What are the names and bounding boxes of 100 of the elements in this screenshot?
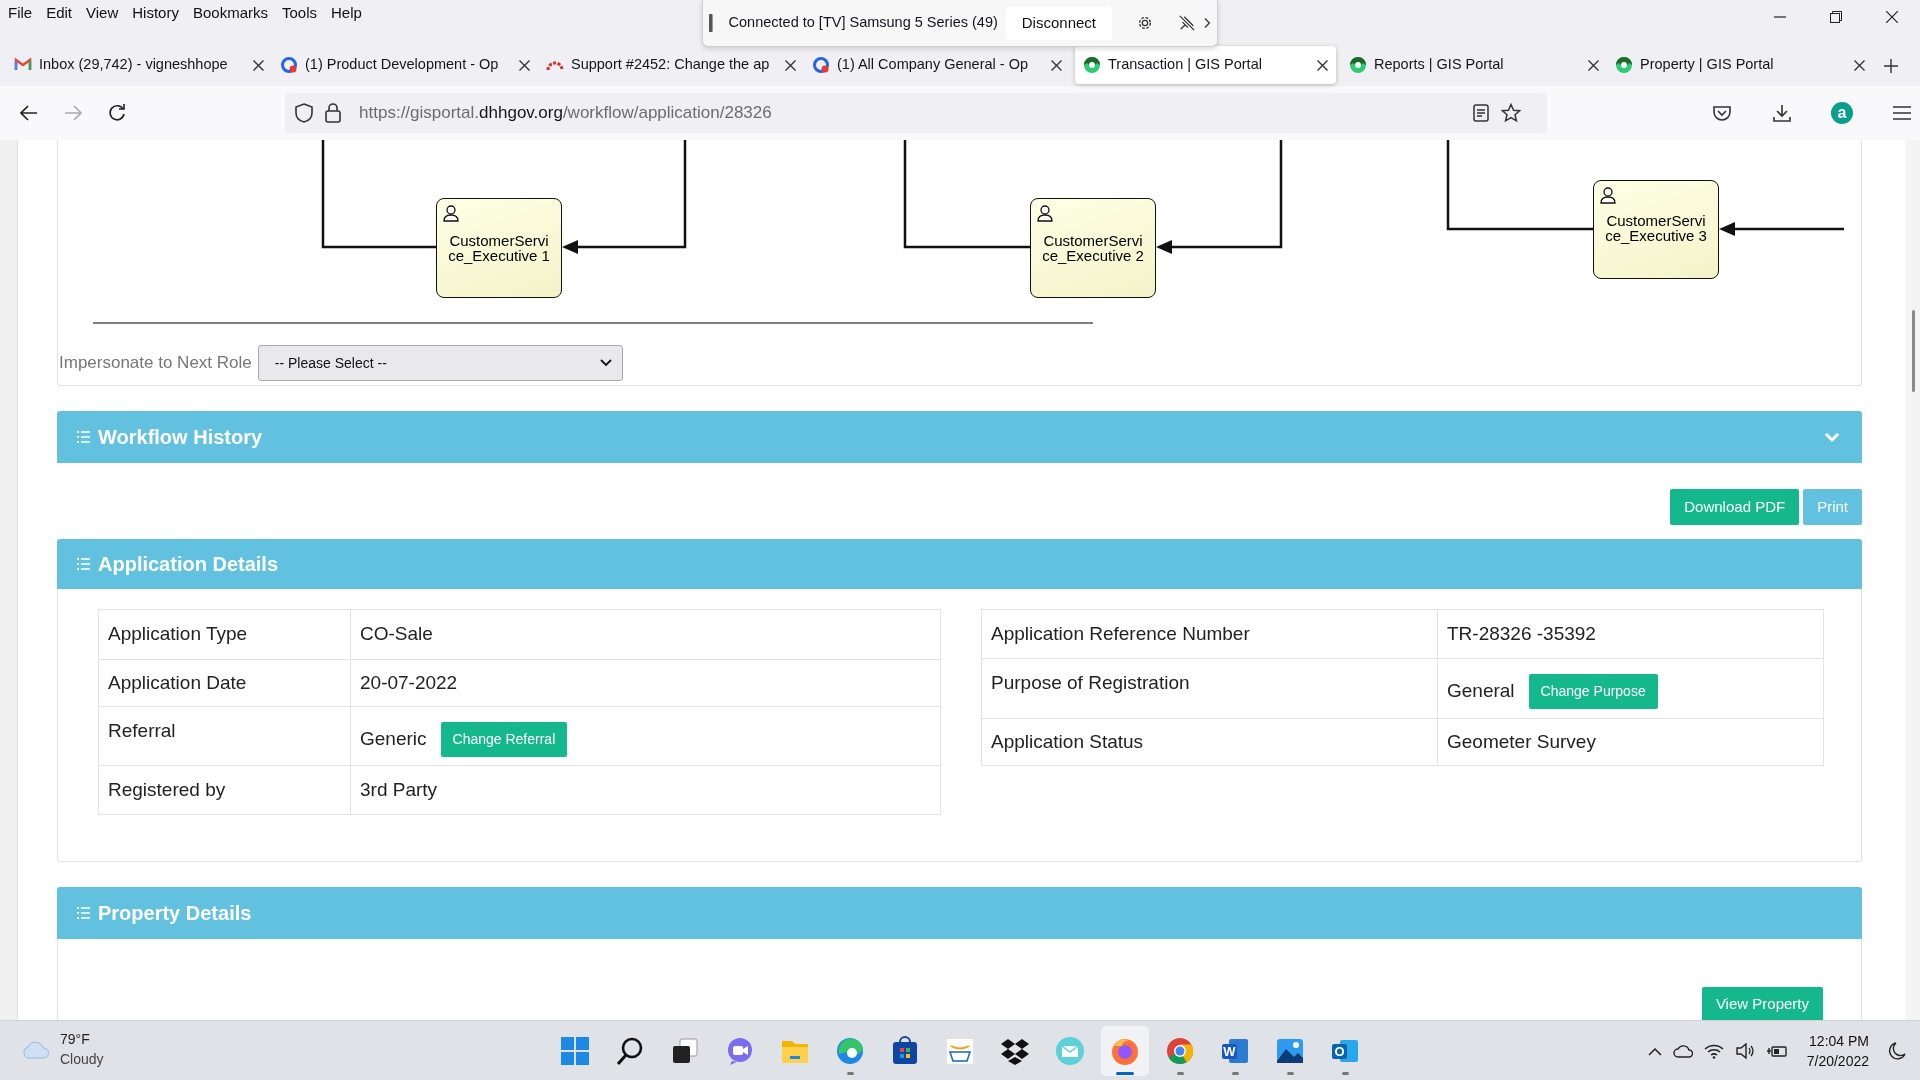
browser-wave-icon: [835, 1035, 865, 1066]
cloud-icon[interactable]: [1672, 1044, 1693, 1058]
section-title: Property Details: [98, 901, 253, 926]
menu-item[interactable]: Edit: [39, 3, 80, 23]
reload-icon: [107, 104, 126, 122]
unpin-icon[interactable]: [1177, 13, 1196, 33]
menu-item[interactable]: Tools: [275, 3, 324, 23]
cloud-icon: [20, 1039, 50, 1059]
menu-item[interactable]: Bookmarks: [185, 3, 275, 23]
close-icon[interactable]: [253, 59, 264, 71]
restore-icon: [1830, 11, 1842, 23]
role-select[interactable]: -- Please Select --: [257, 345, 623, 381]
download-icon: [1773, 104, 1791, 122]
table-cell: Application Reference Number: [981, 609, 1438, 659]
plus-icon: [1884, 58, 1898, 73]
close-icon[interactable]: [1051, 59, 1062, 71]
windows-icon: [560, 1035, 590, 1066]
lock-icon: [325, 103, 342, 123]
browser-tab[interactable]: Transaction | GIS Portal: [1075, 46, 1336, 84]
taskbar-app[interactable]: W: [1211, 1025, 1259, 1076]
star-icon[interactable]: [1501, 103, 1521, 123]
disconnect-button[interactable]: Disconnect: [1005, 6, 1112, 40]
close-icon: [1886, 11, 1898, 23]
workflow-node[interactable]: CustomerService_Executive 1: [436, 198, 562, 298]
pocket-icon: [1713, 105, 1731, 121]
drag-handle-icon[interactable]: [709, 13, 713, 33]
table-cell: Geometer Survey: [1437, 718, 1824, 766]
menu-item[interactable]: Help: [324, 3, 369, 23]
table-cell: Purpose of Registration: [981, 658, 1438, 719]
address-bar[interactable]: https://gisportal.dhhgov.org/workflow/application/28326: [285, 93, 1547, 133]
account-avatar: a: [1831, 102, 1853, 124]
close-icon[interactable]: [1588, 59, 1599, 71]
field-label: Impersonate to Next Role: [59, 352, 252, 375]
globe-icon: [1083, 56, 1101, 74]
reader-view-icon[interactable]: [1473, 104, 1489, 122]
chat-icon: [280, 56, 298, 74]
browser-tab[interactable]: (1) Product Development - Op: [272, 46, 538, 84]
wifi-icon[interactable]: [1703, 1043, 1724, 1059]
connection-status: Connected to [TV] Samsung 5 Series (49): [728, 13, 998, 33]
chevron-up-icon[interactable]: [1647, 1046, 1662, 1056]
close-icon[interactable]: [519, 59, 530, 71]
chevron-down-icon: [599, 359, 612, 367]
browser-tab[interactable]: Support #2452: Change the ap: [538, 46, 804, 84]
chrome-icon: [1165, 1035, 1195, 1066]
speaker-icon[interactable]: [1734, 1043, 1755, 1059]
globe-icon: [1349, 56, 1367, 74]
back-arrow-icon: [19, 105, 38, 121]
browser-tab[interactable]: Inbox (29,742) - vigneshhope: [6, 46, 272, 84]
menu-item[interactable]: File: [1, 3, 40, 23]
weather-condition: Cloudy: [60, 1050, 104, 1069]
temperature: 79°F: [60, 1030, 91, 1049]
table-cell-value: Generic: [360, 726, 427, 751]
taskbar-clock[interactable]: 12:04 PM 7/20/2022: [1806, 1031, 1869, 1071]
close-icon[interactable]: [1854, 59, 1865, 71]
browser-tab[interactable]: (1) All Company General - Op: [804, 46, 1070, 84]
list-icon: [77, 907, 90, 919]
chat-icon: [812, 56, 830, 74]
person-icon: [1599, 186, 1617, 204]
battery-icon[interactable]: [1765, 1043, 1788, 1059]
table-cell: Referral: [98, 706, 351, 766]
globe-icon: [1615, 56, 1633, 74]
list-icon: [77, 431, 90, 443]
menu-item[interactable]: History: [125, 3, 186, 23]
list-icon: [77, 558, 90, 570]
browser-tab[interactable]: Property | GIS Portal: [1607, 46, 1873, 84]
table-cell: TR-28326 -35392: [1437, 609, 1824, 659]
windows-stack-icon: [670, 1035, 700, 1066]
chevron-right-icon[interactable]: [1203, 17, 1211, 29]
search-icon: [615, 1035, 645, 1066]
close-icon[interactable]: [1317, 59, 1328, 71]
table-cell: Application Status: [981, 718, 1438, 766]
table-cell: Registered by: [98, 765, 351, 815]
taskbar-app[interactable]: O: [1321, 1025, 1369, 1076]
section-title: Application Details: [98, 552, 280, 577]
video-chat-icon: [725, 1035, 755, 1066]
person-icon: [442, 204, 460, 222]
table-cell: 20-07-2022: [350, 659, 941, 707]
moon-icon[interactable]: [1888, 1042, 1906, 1060]
node-label: CustomerService_Executive 1: [447, 233, 551, 263]
menu-item[interactable]: View: [79, 3, 126, 23]
shield-icon: [295, 103, 314, 123]
table-cell-value: General: [1447, 679, 1515, 704]
table-cell: CO-Sale: [350, 609, 941, 660]
workflow-node[interactable]: CustomerService_Executive 3: [1593, 180, 1719, 279]
url-text: https://gisportal.dhhgov.org/workflow/application/28326: [358, 102, 773, 125]
clock-date: 7/20/2022: [1806, 1052, 1869, 1071]
table-cell: Application Type: [98, 609, 351, 660]
forward-arrow-icon: [63, 105, 82, 121]
node-label: CustomerService_Executive 3: [1604, 213, 1708, 243]
envelope-icon: [1055, 1035, 1085, 1066]
table-cell: 3rd Party: [350, 765, 941, 815]
browser-tab[interactable]: Reports | GIS Portal: [1341, 46, 1607, 84]
section-title: Workflow History: [98, 425, 264, 450]
scrollbar-thumb[interactable]: [1912, 310, 1915, 392]
workflow-node[interactable]: CustomerService_Executive 2: [1030, 198, 1156, 298]
shopping-bag-icon: [890, 1035, 920, 1066]
close-icon[interactable]: [785, 59, 796, 71]
minimize-icon: [1774, 16, 1786, 18]
chevron-down-icon: [1824, 431, 1840, 443]
clock-time: 12:04 PM: [1808, 1032, 1869, 1051]
